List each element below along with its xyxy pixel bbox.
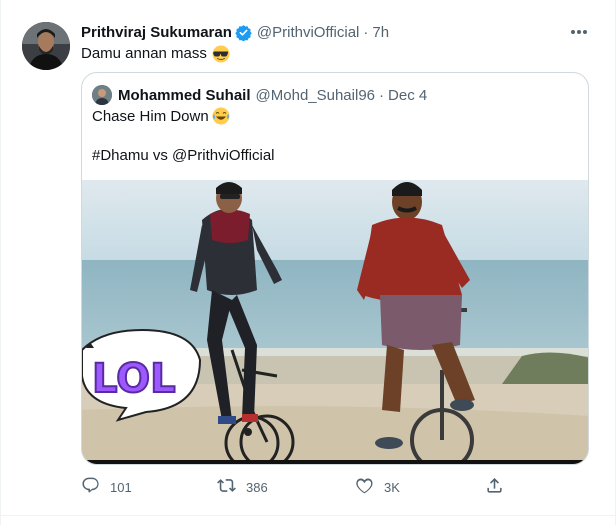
retweet-icon: [217, 476, 236, 498]
like-icon: [355, 476, 374, 498]
reply-icon: [81, 476, 100, 498]
quoted-text-line1: Chase Him Down: [92, 107, 230, 125]
quoted-timestamp: Dec 4: [388, 86, 428, 104]
author-name[interactable]: Prithviraj Sukumaran: [81, 24, 232, 41]
tweet-card[interactable]: Prithviraj Sukumaran @PrithviOfficial · …: [0, 0, 616, 525]
more-icon[interactable]: [567, 24, 591, 40]
sticker-text: LOL: [92, 356, 176, 402]
tweet-header: Prithviraj Sukumaran @PrithviOfficial · …: [81, 22, 389, 42]
retweet-count: 386: [246, 479, 268, 495]
quoted-text-content: Chase Him Down: [92, 107, 209, 125]
separator-dot: ·: [363, 23, 369, 41]
divider: [1, 515, 616, 516]
tweet-text-content: Damu annan mass: [81, 45, 207, 62]
author-handle[interactable]: @PrithviOfficial: [257, 24, 359, 41]
quoted-text-line2: #Dhamu vs @PrithviOfficial: [92, 147, 275, 164]
like-button[interactable]: 3K: [355, 476, 400, 498]
tweet-text: Damu annan mass: [81, 44, 230, 64]
quoted-tweet[interactable]: Mohammed Suhail @Mohd_Suhail96 · Dec 4 C…: [81, 72, 589, 465]
author-avatar[interactable]: [22, 22, 70, 70]
like-count: 3K: [384, 479, 400, 495]
sunglasses-emoji-icon: [212, 45, 230, 63]
reply-button[interactable]: 101: [81, 476, 132, 498]
quoted-author-name: Mohammed Suhail: [118, 86, 251, 104]
laughing-emoji-icon: [212, 107, 230, 125]
retweet-button[interactable]: 386: [217, 476, 268, 498]
share-button[interactable]: [485, 476, 504, 498]
verified-badge-icon: [235, 24, 252, 41]
quoted-media-image[interactable]: LOL: [82, 180, 588, 464]
quoted-tweet-header: Mohammed Suhail @Mohd_Suhail96 · Dec 4: [92, 85, 427, 105]
quoted-author-avatar: [92, 85, 112, 105]
reply-count: 101: [110, 479, 132, 495]
tweet-actions: 101 386 3K: [81, 476, 511, 498]
quoted-author-handle: @Mohd_Suhail96: [255, 86, 376, 104]
share-icon: [485, 476, 504, 498]
tweet-timestamp[interactable]: 7h: [372, 24, 389, 41]
separator-dot: ·: [379, 86, 385, 104]
